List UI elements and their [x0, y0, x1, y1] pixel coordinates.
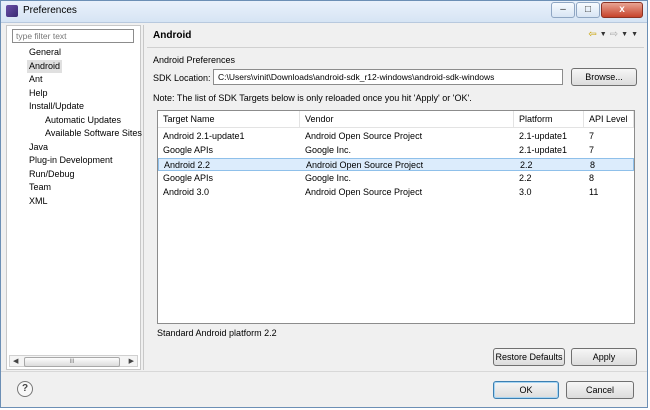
table-cell: 8 — [590, 160, 596, 170]
table-cell: 2.2 — [519, 173, 532, 183]
table-row[interactable]: Android 2.1-update1 Android Open Source P… — [158, 130, 634, 143]
table-cell: 7 — [589, 131, 595, 141]
tree-item[interactable]: XML — [27, 195, 50, 208]
browse-button[interactable]: Browse... — [571, 68, 637, 86]
horizontal-scrollbar[interactable]: ◀ III ▶ — [9, 355, 138, 367]
table-cell: Android Open Source Project — [305, 187, 423, 197]
restore-defaults-button[interactable]: Restore Defaults — [493, 348, 565, 366]
apply-button[interactable]: Apply — [571, 348, 637, 366]
table-cell: 2.2 — [520, 160, 533, 170]
forward-dropdown-icon[interactable]: ▼ — [621, 30, 628, 40]
tree-item[interactable]: Available Software Sites — [43, 127, 144, 140]
maximize-button[interactable]: □ — [576, 2, 600, 18]
column-header-api-level[interactable]: API Level — [584, 111, 634, 127]
tree-item[interactable]: Ant — [27, 73, 45, 86]
table-cell: Android 3.0 — [163, 187, 210, 197]
table-row[interactable]: Android 3.0 Android Open Source Project 3.… — [158, 186, 634, 199]
table-cell: 8 — [589, 173, 595, 183]
table-cell: 3.0 — [519, 187, 532, 197]
table-row[interactable]: Google APIs Google Inc. 2.2 8 — [158, 172, 634, 185]
title-bar[interactable]: Preferences – □ x — [1, 1, 647, 23]
filter-input[interactable]: type filter text — [12, 29, 134, 43]
table-cell: Android Open Source Project — [305, 131, 423, 141]
cancel-button[interactable]: Cancel — [566, 381, 634, 399]
column-header-target-name[interactable]: Target Name — [158, 111, 300, 127]
tree-item[interactable]: Plug-in Development — [27, 154, 115, 167]
tree-item[interactable]: Java — [27, 141, 50, 154]
android-preference-page: Android ⇦ ▼ ⇨ ▼ ▼ Android Preferences SD… — [147, 25, 644, 370]
sdk-targets-table: Target Name Vendor Platform API Level An… — [157, 110, 635, 324]
table-cell: 2.1-update1 — [519, 145, 568, 155]
table-cell: Google APIs — [163, 145, 214, 155]
column-header-vendor[interactable]: Vendor — [300, 111, 514, 127]
tree-item[interactable]: General — [27, 46, 63, 59]
page-navigation: ⇦ ▼ ⇨ ▼ ▼ — [588, 30, 638, 40]
table-cell: Android 2.1-update1 — [163, 131, 245, 141]
scroll-left-icon[interactable]: ◀ — [13, 357, 18, 365]
tree-item[interactable]: Run/Debug — [27, 168, 77, 181]
table-cell: Android 2.2 — [164, 160, 211, 170]
back-arrow-icon[interactable]: ⇦ — [588, 30, 596, 40]
section-label: Android Preferences — [153, 55, 236, 65]
window-title: Preferences — [23, 5, 77, 16]
back-dropdown-icon[interactable]: ▼ — [600, 30, 607, 40]
table-row[interactable]: Google APIs Google Inc. 2.1-update1 7 — [158, 144, 634, 157]
ok-button[interactable]: OK — [493, 381, 559, 399]
column-header-platform[interactable]: Platform — [514, 111, 584, 127]
footer-separator — [1, 371, 647, 372]
page-title: Android — [153, 30, 192, 41]
window-controls: – □ x — [551, 2, 643, 18]
preference-tree-panel: type filter text General Android Ant Help In… — [6, 25, 144, 370]
table-cell: 7 — [589, 145, 595, 155]
target-description: Standard Android platform 2.2 — [157, 328, 277, 338]
table-row[interactable]: Android 2.2 Android Open Source Project 2.… — [158, 158, 634, 171]
table-cell: 11 — [589, 187, 599, 197]
tree-item[interactable]: Automatic Updates — [43, 114, 123, 127]
table-cell: Google Inc. — [305, 173, 352, 183]
scrollbar-thumb[interactable]: III — [24, 357, 120, 367]
tree-item[interactable]: Install/Update — [27, 100, 86, 113]
preferences-window: Preferences – □ x type filter text Gener… — [0, 0, 648, 408]
table-cell: Google Inc. — [305, 145, 352, 155]
tree-item[interactable]: Team — [27, 181, 53, 194]
table-header: Target Name Vendor Platform API Level — [158, 111, 634, 128]
table-cell: 2.1-update1 — [519, 131, 568, 141]
view-menu-icon[interactable]: ▼ — [631, 30, 638, 40]
tree-item[interactable]: Help — [27, 87, 50, 100]
table-cell: Android Open Source Project — [306, 160, 424, 170]
scroll-right-icon[interactable]: ▶ — [129, 357, 134, 365]
reload-note: Note: The list of SDK Targets below is o… — [153, 93, 472, 103]
panel-divider[interactable] — [143, 25, 144, 370]
forward-arrow-icon[interactable]: ⇨ — [610, 30, 618, 40]
eclipse-app-icon — [6, 5, 18, 17]
help-icon[interactable]: ? — [17, 381, 33, 397]
table-cell: Google APIs — [163, 173, 214, 183]
sdk-location-label: SDK Location: — [153, 73, 211, 83]
sdk-location-field[interactable]: C:\Users\vinit\Downloads\android-sdk_r12… — [213, 69, 563, 85]
close-button[interactable]: x — [601, 2, 643, 18]
tree-item[interactable]: Android — [27, 59, 63, 73]
minimize-button[interactable]: – — [551, 2, 575, 18]
header-separator — [147, 47, 644, 48]
